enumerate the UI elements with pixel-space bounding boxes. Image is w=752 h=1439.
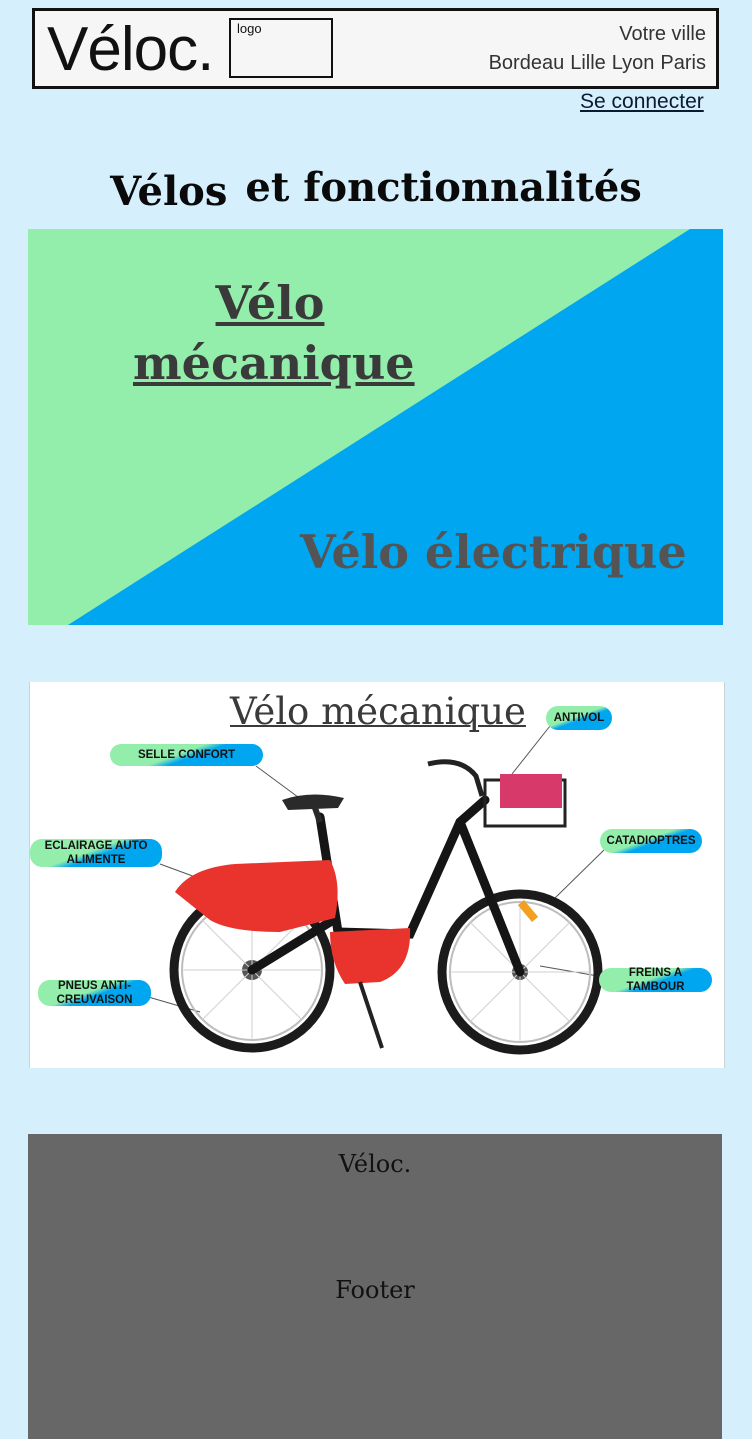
city-link-lille[interactable]: Lille	[570, 52, 606, 75]
kickstand	[358, 981, 384, 1049]
bike-features-section: Vélo mécanique ANTIVOL SELLE CONFORT ECL…	[29, 682, 725, 1068]
brand-name[interactable]: Véloc.	[47, 15, 214, 85]
electric-bike-link[interactable]: Vélo électrique	[300, 525, 687, 579]
saddle	[282, 794, 344, 810]
page-title: Vélos et fonctionnalités	[0, 164, 752, 215]
bike-illustration	[137, 725, 605, 1055]
feature-selle: SELLE CONFORT	[110, 744, 263, 766]
mechanical-bike-link[interactable]: Vélo mécanique	[133, 273, 415, 393]
city-link-lyon[interactable]: Lyon	[612, 52, 655, 75]
footer-text: Footer	[335, 1276, 415, 1304]
chain-guard	[330, 928, 411, 984]
city-selector-title: Votre ville	[619, 23, 706, 45]
logo-placeholder[interactable]: logo	[229, 18, 333, 78]
rear-fender	[175, 860, 338, 932]
feature-pneus: PNEUS ANTI-CREUVAISON	[38, 980, 151, 1006]
seat-post	[312, 806, 323, 824]
bike-section-title: Vélo mécanique	[230, 690, 526, 733]
page-title-part1: Vélos	[110, 168, 228, 215]
feature-freins: FREINS A TAMBOUR	[599, 967, 712, 993]
login-link[interactable]: Se connecter	[580, 90, 704, 114]
city-link-paris[interactable]: Paris	[660, 52, 706, 75]
logo-label: logo	[237, 21, 262, 36]
site-header: Véloc. logo Votre ville Bordeau Lille Ly…	[32, 8, 719, 89]
feature-eclairage: ECLAIRAGE AUTO ALIMENTE	[30, 839, 162, 867]
bike-type-banner: Vélo mécanique Vélo électrique	[28, 229, 723, 625]
city-link-bordeau[interactable]: Bordeau	[489, 52, 565, 75]
page-title-part2: et fonctionnalités	[245, 164, 642, 211]
basket-panel	[500, 774, 562, 808]
feature-antivol: ANTIVOL	[546, 706, 612, 730]
feature-catadioptres: CATADIOPTRES	[600, 829, 702, 853]
site-footer: Véloc. Footer	[28, 1134, 722, 1439]
city-list: Bordeau Lille Lyon Paris	[489, 52, 706, 75]
footer-brand[interactable]: Véloc.	[28, 1150, 722, 1178]
handlebar	[427, 759, 485, 797]
